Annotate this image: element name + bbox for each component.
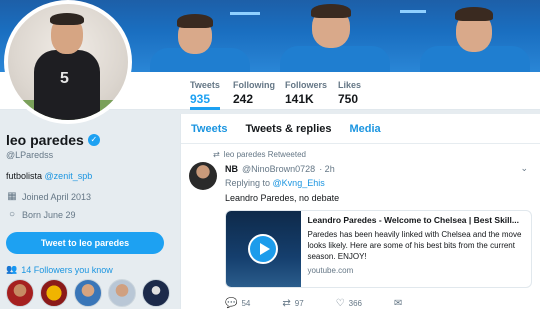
- profile-handle[interactable]: @LParedss: [6, 150, 176, 160]
- retweet-icon: ⇄: [213, 150, 220, 159]
- stat-value: 935: [190, 92, 211, 106]
- profile-name[interactable]: leo paredes: [6, 132, 84, 148]
- envelope-icon: ✉: [393, 298, 403, 309]
- follower-avatar[interactable]: [108, 279, 136, 307]
- link-card-thumbnail[interactable]: [226, 211, 302, 287]
- stat-label: Likes: [338, 80, 362, 90]
- retweet-icon: ⇄: [282, 298, 291, 309]
- tweet-header: NB @NinoBrown0728 · 2h ⌄: [225, 163, 530, 174]
- stat-label: Followers: [285, 80, 328, 90]
- profile-avatar[interactable]: 5: [4, 0, 132, 124]
- verified-badge-icon: ✓: [87, 134, 100, 146]
- followers-you-know-avatars: [6, 279, 176, 307]
- retweet-context-text[interactable]: leo paredes Retweeted: [224, 150, 306, 159]
- follower-avatar[interactable]: [6, 279, 34, 307]
- bio-mention-link[interactable]: @zenit_spb: [45, 171, 93, 181]
- banner-player-hair: [177, 14, 213, 28]
- like-count: 366: [348, 299, 362, 308]
- tweet-author-name[interactable]: NB: [225, 164, 238, 174]
- stat-value: 750: [338, 92, 359, 106]
- stat-likes[interactable]: Likes 750: [338, 80, 361, 106]
- follower-avatar[interactable]: [74, 279, 102, 307]
- tab-tweets[interactable]: Tweets: [191, 123, 227, 135]
- followers-you-know-link[interactable]: 👥 14 Followers you know: [6, 264, 176, 275]
- bio-text: futbolista: [6, 171, 43, 181]
- stat-label: Tweets: [190, 80, 220, 90]
- tweet-author-handle[interactable]: @NinoBrown0728: [242, 164, 315, 174]
- born-text: Born June 29: [22, 209, 76, 220]
- retweet-context: ⇄ leo paredes Retweeted: [213, 150, 530, 159]
- tweet-author-avatar[interactable]: [189, 162, 217, 190]
- link-card[interactable]: Leandro Paredes - Welcome to Chelsea | B…: [225, 210, 532, 288]
- calendar-icon: ▦: [7, 191, 17, 202]
- stat-value: 141K: [285, 92, 314, 106]
- replying-to-mention[interactable]: @Kvng_Ehis: [273, 178, 325, 188]
- banner-decor: [230, 12, 260, 15]
- tab-media[interactable]: Media: [349, 123, 380, 135]
- chevron-down-icon[interactable]: ⌄: [520, 163, 528, 174]
- link-card-title: Leandro Paredes - Welcome to Chelsea | B…: [307, 215, 519, 225]
- tab-tweets-and-replies[interactable]: Tweets & replies: [245, 123, 331, 135]
- birth-date: ○ Born June 29: [6, 209, 176, 220]
- avatar-hair: [50, 13, 84, 25]
- link-card-description: Paredes has been heavily linked with Che…: [307, 230, 522, 261]
- play-icon[interactable]: [248, 234, 278, 264]
- timeline-tabs: Tweets Tweets & replies Media: [181, 114, 540, 144]
- people-icon: 👥: [6, 264, 18, 274]
- stat-value: 242: [233, 92, 254, 106]
- banner-player-hair: [455, 7, 493, 21]
- reply-icon: 💬: [225, 298, 238, 309]
- tweet-actions: 💬 54 ⇄ 97 ♡ 366 ✉: [225, 298, 530, 309]
- banner-decor: [400, 10, 426, 13]
- tweet[interactable]: ⇄ leo paredes Retweeted NB @NinoBrown072…: [181, 144, 540, 309]
- balloon-icon: ○: [8, 209, 16, 220]
- follower-avatar[interactable]: [142, 279, 170, 307]
- heart-icon: ♡: [335, 298, 345, 309]
- tweet-text: Leandro Paredes, no debate: [225, 193, 340, 203]
- profile-bio: futbolista @zenit_spb: [6, 171, 176, 181]
- replying-to: Replying to @Kvng_Ehis: [225, 178, 530, 188]
- reply-count: 54: [241, 299, 251, 308]
- retweet-count: 97: [294, 299, 304, 308]
- joined-date: ▦ Joined April 2013: [6, 191, 176, 202]
- stat-tweets[interactable]: Tweets 935: [190, 80, 220, 110]
- banner-player-shirt: [280, 46, 390, 72]
- replying-to-label: Replying to: [225, 178, 271, 188]
- direct-message-button[interactable]: ✉: [394, 298, 402, 309]
- retweet-button[interactable]: ⇄ 97: [282, 298, 303, 309]
- followers-you-know-text: 14 Followers you know: [21, 264, 113, 275]
- profile-sidebar: leo paredes ✓ @LParedss futbolista @zeni…: [6, 132, 176, 307]
- banner-player-hair: [311, 4, 351, 18]
- stat-following[interactable]: Following 242: [233, 80, 275, 106]
- stat-label: Following: [233, 80, 275, 90]
- link-card-body: Leandro Paredes - Welcome to Chelsea | B…: [301, 211, 531, 287]
- follower-avatar[interactable]: [40, 279, 68, 307]
- link-card-url: youtube.com: [307, 266, 354, 275]
- reply-button[interactable]: 💬 54: [225, 298, 250, 309]
- tweet-timestamp[interactable]: · 2h: [319, 164, 335, 174]
- avatar-shirt-number: 5: [60, 70, 69, 87]
- like-button[interactable]: ♡ 366: [336, 298, 362, 309]
- stat-followers[interactable]: Followers 141K: [285, 80, 327, 106]
- tweet-to-button[interactable]: Tweet to leo paredes: [6, 232, 164, 254]
- timeline: Tweets Tweets & replies Media ⇄ leo pare…: [180, 114, 540, 309]
- joined-text: Joined April 2013: [22, 191, 92, 202]
